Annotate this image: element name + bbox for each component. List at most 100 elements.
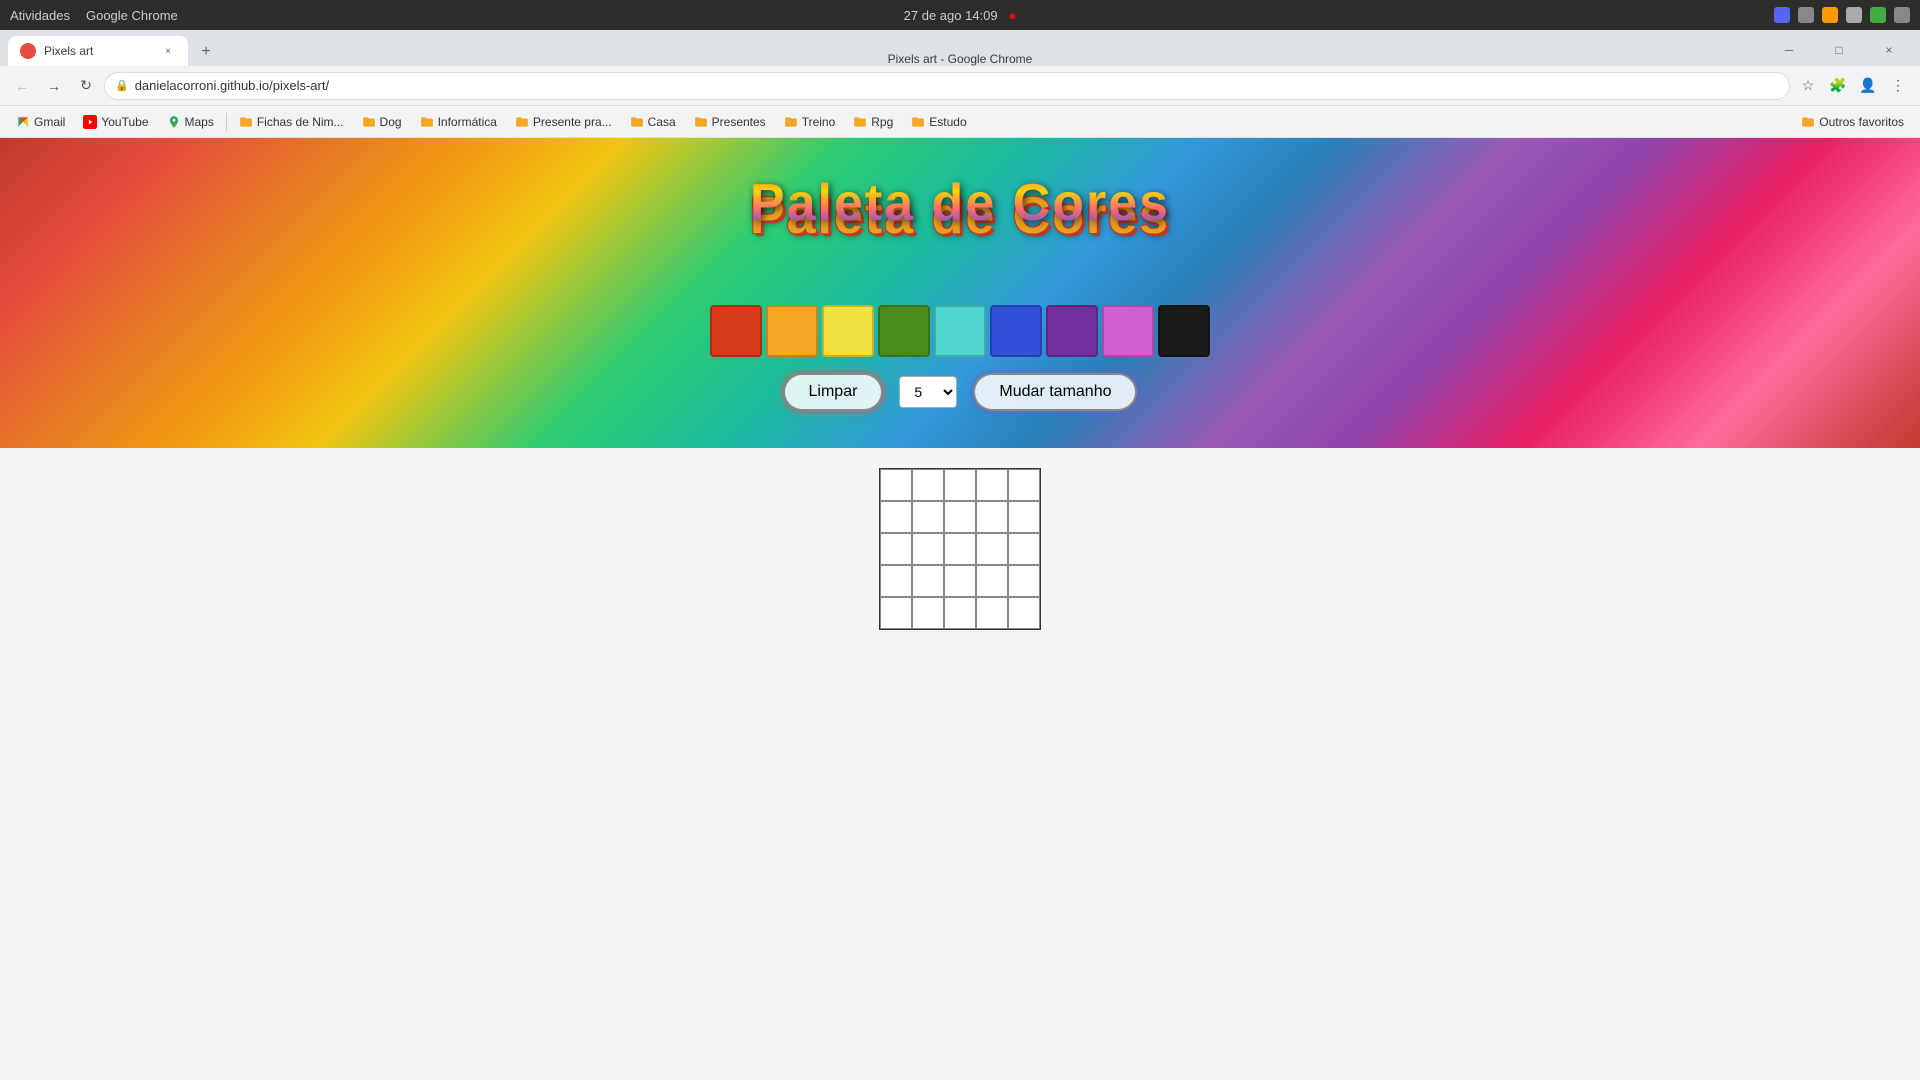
bookmark-fichas[interactable]: Fichas de Nim... bbox=[231, 112, 352, 132]
bookmark-gmail[interactable]: Gmail bbox=[8, 112, 73, 132]
bookmark-estudo[interactable]: Estudo bbox=[903, 112, 974, 132]
pixel-cell[interactable] bbox=[976, 565, 1008, 597]
folder-icon-dog bbox=[362, 115, 376, 129]
reload-button[interactable]: ↻ bbox=[72, 72, 100, 100]
maps-icon bbox=[167, 115, 181, 129]
folder-icon-info bbox=[420, 115, 434, 129]
back-button[interactable]: ← bbox=[8, 72, 36, 100]
pixel-cell[interactable] bbox=[912, 469, 944, 501]
bookmark-treino[interactable]: Treino bbox=[776, 112, 844, 132]
pixel-cell[interactable] bbox=[912, 501, 944, 533]
folder-icon-outros bbox=[1801, 115, 1815, 129]
color-red[interactable] bbox=[710, 305, 762, 357]
estudo-label: Estudo bbox=[929, 115, 966, 129]
color-palette bbox=[710, 305, 1210, 357]
pixel-cell[interactable] bbox=[944, 565, 976, 597]
os-recording-dot: ● bbox=[1008, 8, 1016, 23]
pixel-cell[interactable] bbox=[880, 565, 912, 597]
pixel-cell[interactable] bbox=[976, 501, 1008, 533]
pixel-cell[interactable] bbox=[880, 533, 912, 565]
presentes-label: Presentes bbox=[712, 115, 766, 129]
os-tray-discord bbox=[1774, 7, 1790, 23]
bookmark-presentes[interactable]: Presentes bbox=[686, 112, 774, 132]
bookmark-button[interactable]: ☆ bbox=[1794, 72, 1822, 100]
toolbar-right: ☆ 🧩 👤 ⋮ bbox=[1794, 72, 1912, 100]
color-pink[interactable] bbox=[1102, 305, 1154, 357]
pixel-cell[interactable] bbox=[912, 597, 944, 629]
os-app-name[interactable]: Google Chrome bbox=[86, 8, 178, 23]
color-green[interactable] bbox=[878, 305, 930, 357]
color-cyan[interactable] bbox=[934, 305, 986, 357]
pixel-cell[interactable] bbox=[1008, 469, 1040, 501]
gmail-icon bbox=[16, 115, 30, 129]
pixel-cell[interactable] bbox=[976, 597, 1008, 629]
bookmark-informatica[interactable]: Informática bbox=[412, 112, 505, 132]
chrome-toolbar: ← → ↻ 🔒 danielacorroni.github.io/pixels-… bbox=[0, 66, 1920, 106]
pixel-cell[interactable] bbox=[976, 469, 1008, 501]
pixel-cell[interactable] bbox=[944, 533, 976, 565]
bookmarks-bar: Gmail YouTube Maps Fichas de Nim... Dog … bbox=[0, 106, 1920, 138]
color-yellow[interactable] bbox=[822, 305, 874, 357]
folder-icon-rpg bbox=[853, 115, 867, 129]
bookmark-dog[interactable]: Dog bbox=[354, 112, 410, 132]
close-button[interactable]: × bbox=[1866, 34, 1912, 66]
pixel-cell[interactable] bbox=[944, 501, 976, 533]
folder-icon-casa bbox=[630, 115, 644, 129]
bookmark-rpg[interactable]: Rpg bbox=[845, 112, 901, 132]
forward-button[interactable]: → bbox=[40, 72, 68, 100]
pixel-cell[interactable] bbox=[976, 533, 1008, 565]
folder-icon-presente bbox=[515, 115, 529, 129]
bookmark-casa[interactable]: Casa bbox=[622, 112, 684, 132]
profile-button[interactable]: 👤 bbox=[1854, 72, 1882, 100]
pixel-cell[interactable] bbox=[1008, 533, 1040, 565]
color-black[interactable] bbox=[1158, 305, 1210, 357]
tab-close-button[interactable]: × bbox=[160, 43, 176, 59]
new-tab-button[interactable]: + bbox=[192, 38, 220, 66]
pixel-cell[interactable] bbox=[1008, 565, 1040, 597]
pixel-cell[interactable] bbox=[880, 501, 912, 533]
active-tab[interactable]: Pixels art × bbox=[8, 36, 188, 66]
youtube-label: YouTube bbox=[101, 115, 148, 129]
pixel-cell[interactable] bbox=[912, 565, 944, 597]
change-size-button[interactable]: Mudar tamanho bbox=[973, 373, 1137, 411]
window-title: Pixels art - Google Chrome bbox=[888, 52, 1033, 66]
bookmark-maps[interactable]: Maps bbox=[159, 112, 222, 132]
page-title: Paleta de Cores bbox=[750, 173, 1170, 233]
bookmark-presente[interactable]: Presente pra... bbox=[507, 112, 620, 132]
pixel-cell[interactable] bbox=[880, 597, 912, 629]
clear-button[interactable]: Limpar bbox=[783, 373, 884, 411]
bookmark-youtube[interactable]: YouTube bbox=[75, 112, 156, 132]
rpg-label: Rpg bbox=[871, 115, 893, 129]
size-select[interactable]: 3 4 5 6 7 8 10 12 15 20 bbox=[899, 376, 957, 408]
extensions-button[interactable]: 🧩 bbox=[1824, 72, 1852, 100]
page-content: Paleta de Cores Paleta de Cores Limpar 3 bbox=[0, 138, 1920, 1080]
pixel-cell[interactable] bbox=[944, 469, 976, 501]
color-orange[interactable] bbox=[766, 305, 818, 357]
pixel-cell[interactable] bbox=[880, 469, 912, 501]
address-bar[interactable]: 🔒 danielacorroni.github.io/pixels-art/ bbox=[104, 72, 1790, 100]
folder-icon-presentes bbox=[694, 115, 708, 129]
minimize-button[interactable]: ─ bbox=[1766, 34, 1812, 66]
color-blue[interactable] bbox=[990, 305, 1042, 357]
color-purple[interactable] bbox=[1046, 305, 1098, 357]
url-text: danielacorroni.github.io/pixels-art/ bbox=[135, 78, 329, 93]
pixel-cell[interactable] bbox=[944, 597, 976, 629]
os-tray-icon2 bbox=[1798, 7, 1814, 23]
maximize-button[interactable]: □ bbox=[1816, 34, 1862, 66]
pixel-cell[interactable] bbox=[912, 533, 944, 565]
folder-icon-treino bbox=[784, 115, 798, 129]
pixel-grid bbox=[879, 468, 1041, 630]
maps-label: Maps bbox=[185, 115, 214, 129]
presente-label: Presente pra... bbox=[533, 115, 612, 129]
os-titlebar-center: 27 de ago 14:09 ● bbox=[904, 8, 1017, 23]
menu-button[interactable]: ⋮ bbox=[1884, 72, 1912, 100]
controls-row: Limpar 3 4 5 6 7 8 10 12 15 20 Mudar tam… bbox=[783, 373, 1138, 411]
os-datetime: 27 de ago 14:09 bbox=[904, 8, 998, 23]
os-titlebar-left: Atividades Google Chrome bbox=[10, 8, 178, 23]
activities-label[interactable]: Atividades bbox=[10, 8, 70, 23]
bookmark-outros[interactable]: Outros favoritos bbox=[1793, 112, 1912, 132]
pixel-cell[interactable] bbox=[1008, 501, 1040, 533]
folder-icon-estudo bbox=[911, 115, 925, 129]
pixel-cell[interactable] bbox=[1008, 597, 1040, 629]
page-banner: Paleta de Cores Paleta de Cores Limpar 3 bbox=[0, 138, 1920, 448]
